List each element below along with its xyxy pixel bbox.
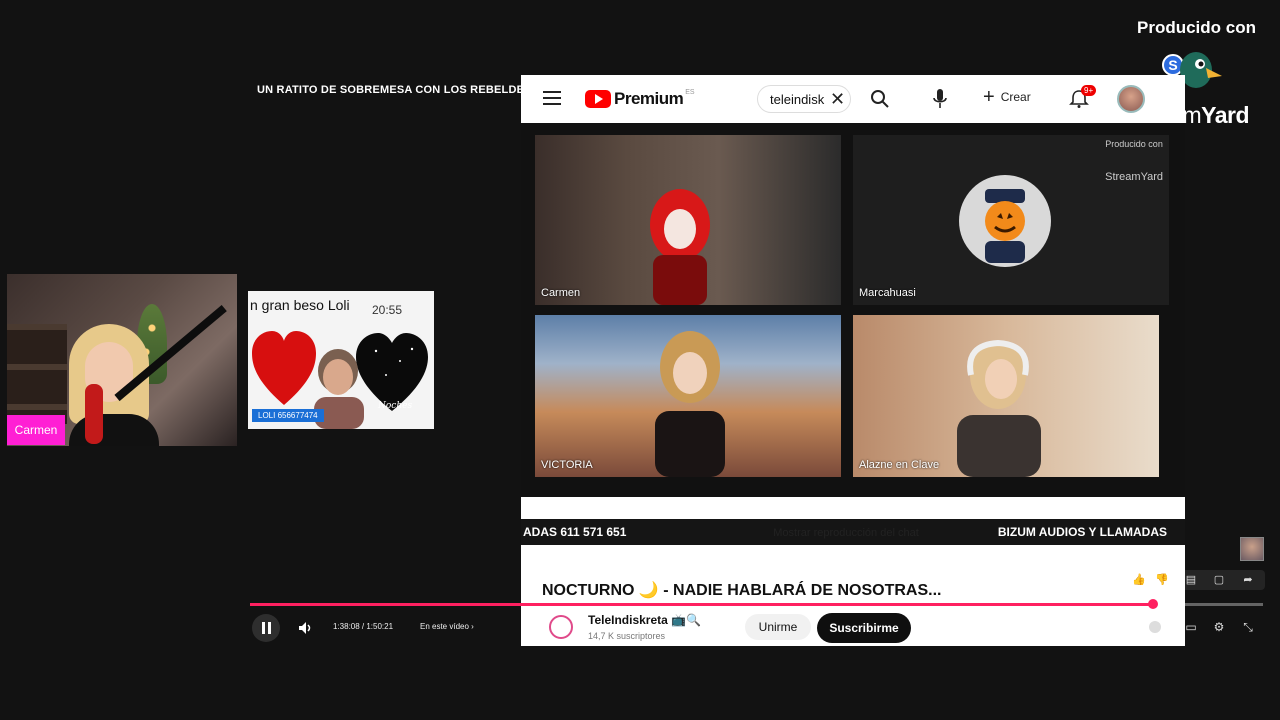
pumpkin-pilot-icon	[985, 189, 1025, 263]
participant-avatar	[959, 175, 1051, 267]
account-avatar[interactable]	[1117, 85, 1145, 113]
comment-icon[interactable]: ▢	[1211, 573, 1227, 587]
card-signature: Noches	[378, 401, 413, 411]
participant-name: Alazne en Clave	[859, 459, 940, 471]
subtitles-icon[interactable]: ▭	[1183, 620, 1199, 636]
participant-tile: Producido con StreamYard Marcahuasi	[853, 135, 1169, 305]
join-button[interactable]: Unirme	[745, 614, 811, 640]
background-shelf	[7, 324, 67, 424]
plus-icon: +	[983, 86, 995, 108]
show-chat-replay-button[interactable]: Mostrar reproducción del chat	[521, 527, 1171, 539]
progress-remaining[interactable]	[1153, 603, 1263, 606]
stage: Producido con S StreamYard UN RATITO DE …	[0, 0, 1280, 720]
search-icon[interactable]	[870, 89, 890, 109]
close-icon[interactable]: ✕	[830, 89, 845, 110]
channel-name[interactable]: TeleIndiskreta 📺🔍	[588, 613, 701, 627]
notification-badge: 9+	[1081, 85, 1097, 96]
participant-name: Carmen	[541, 287, 581, 299]
wordmark-bold: Yard	[1201, 102, 1250, 128]
like-icon[interactable]: 👍	[1131, 573, 1147, 587]
watermark-bottom: StreamYard	[1105, 171, 1163, 183]
scrubber-handle[interactable]	[1148, 599, 1158, 609]
youtube-header: Premium ES teleindisk ✕ + Crear 9+	[521, 75, 1185, 123]
participant-name: VICTORIA	[541, 459, 593, 471]
video-title: NOCTURNO 🌙 - NADIE HABLARÁ DE NOSOTRAS..…	[542, 582, 942, 599]
progress-played[interactable]	[250, 603, 1153, 606]
volume-icon[interactable]	[297, 620, 313, 636]
participant-name: Marcahuasi	[859, 287, 916, 299]
youtube-region: ES	[685, 89, 695, 96]
participant-photo	[957, 339, 1041, 477]
embedded-stream[interactable]: Carmen Producido con StreamYard Marcahua…	[521, 123, 1185, 545]
youtube-logo[interactable]: Premium ES	[585, 89, 695, 109]
comment-message: n gran beso Loli	[250, 297, 350, 313]
channel-avatar[interactable]	[549, 615, 573, 639]
participant-tile: Alazne en Clave	[853, 315, 1159, 477]
watermark-top: Producido con	[1105, 139, 1163, 149]
share-icon[interactable]: ➦	[1240, 573, 1256, 587]
create-label: Crear	[1000, 90, 1031, 104]
show-title: UN RATITO DE SOBREMESA CON LOS REBELDES	[257, 84, 532, 96]
host-body	[69, 414, 159, 446]
youtube-brand: Premium	[614, 89, 684, 108]
microphone	[85, 384, 103, 444]
participant-photo	[655, 331, 725, 477]
pause-icon[interactable]	[252, 614, 280, 642]
youtube-window: Premium ES teleindisk ✕ + Crear 9+ Carme…	[521, 75, 1185, 646]
chapter-button[interactable]: En este vídeo ›	[420, 622, 474, 631]
participant-tile: Carmen	[535, 135, 841, 305]
timecode: 1:38:08 / 1:50:21	[333, 622, 394, 631]
producer-label: Producido con	[1137, 18, 1256, 37]
autoplay-toggle[interactable]	[1146, 618, 1174, 636]
comment-card: n gran beso Loli 20:55 Noches LOLI 65667…	[248, 291, 434, 429]
stream-watermark: Producido con StreamYard	[1105, 139, 1163, 183]
comment-time: 20:55	[371, 303, 402, 317]
create-button[interactable]: + Crear	[983, 86, 1031, 108]
participant-photo	[650, 189, 710, 305]
search-value: teleindisk	[770, 91, 825, 107]
viewer-avatar[interactable]	[1240, 537, 1264, 561]
exit-fullscreen-icon[interactable]: ⤡	[1240, 620, 1256, 636]
settings-icon[interactable]: ⚙	[1211, 620, 1227, 636]
menu-icon[interactable]	[543, 91, 561, 105]
webcam-name-tag: Carmen	[7, 415, 65, 445]
captions-icon[interactable]: ▤	[1183, 573, 1199, 587]
phone-badge: LOLI 656677474	[252, 409, 324, 422]
participant-tile: VICTORIA	[535, 315, 841, 477]
youtube-play-icon	[585, 90, 611, 108]
subscribe-button[interactable]: Suscribirme	[817, 613, 911, 643]
dislike-icon[interactable]: 👎	[1154, 573, 1170, 587]
mic-icon[interactable]	[931, 88, 949, 110]
channel-subscribers: 14,7 K suscriptores	[588, 631, 666, 641]
